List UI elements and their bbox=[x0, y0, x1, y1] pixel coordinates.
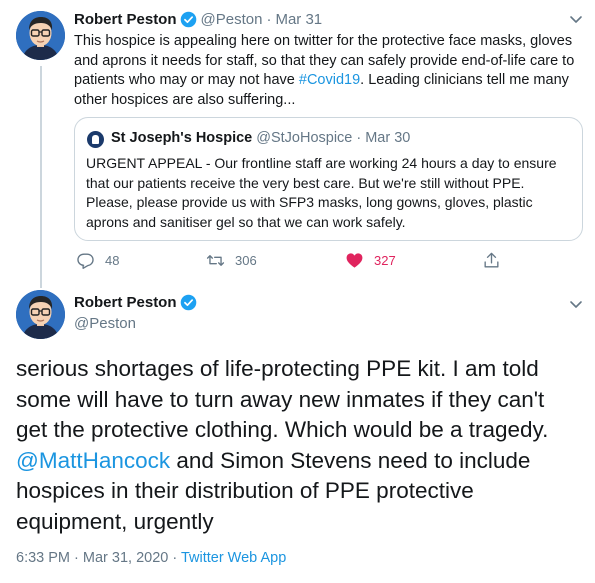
quoted-tweet-text: URGENT APPEAL - Our frontline staff are … bbox=[86, 155, 557, 230]
timestamp[interactable]: 6:33 PM · Mar 31, 2020 bbox=[16, 550, 168, 566]
hashtag-link[interactable]: #Covid19 bbox=[299, 72, 360, 88]
author-handle[interactable]: @Peston bbox=[74, 315, 136, 332]
tweet-header: Robert Peston @Peston · Mar 31 bbox=[74, 11, 322, 28]
share-icon bbox=[484, 252, 499, 268]
thread-line bbox=[40, 66, 42, 288]
source-app-link[interactable]: Twitter Web App bbox=[181, 550, 286, 566]
quoted-tweet[interactable]: St Joseph's Hospice @StJoHospice · Mar 3… bbox=[74, 117, 583, 241]
chevron-down-icon[interactable] bbox=[568, 11, 584, 27]
reply-count: 48 bbox=[105, 252, 120, 268]
handle-row: @Peston bbox=[74, 315, 136, 332]
reply-icon bbox=[77, 252, 94, 269]
retweet-count: 306 bbox=[235, 252, 257, 268]
quoted-tweet-date: Mar 30 bbox=[365, 130, 411, 146]
author-name[interactable]: Robert Peston bbox=[74, 11, 177, 28]
avatar[interactable] bbox=[16, 11, 65, 60]
tweet-text: This hospice is appealing here on twitte… bbox=[74, 32, 584, 110]
mention-link[interactable]: @MattHancock bbox=[16, 448, 170, 473]
heart-icon bbox=[346, 252, 363, 268]
verified-badge-icon bbox=[180, 294, 197, 311]
retweet-icon bbox=[206, 254, 225, 266]
verified-badge-icon bbox=[180, 11, 197, 28]
like-count: 327 bbox=[374, 252, 396, 268]
tweet-text: serious shortages of life-protecting PPE… bbox=[16, 354, 581, 537]
quoted-avatar bbox=[87, 131, 104, 148]
tweet-meta: 6:33 PM · Mar 31, 2020 · Twitter Web App bbox=[16, 550, 286, 566]
author-name[interactable]: Robert Peston bbox=[74, 294, 177, 311]
tweet-text-part: serious shortages of life-protecting PPE… bbox=[16, 356, 549, 442]
avatar[interactable] bbox=[16, 290, 65, 339]
retweet-button[interactable]: 306 bbox=[206, 250, 257, 270]
chevron-down-icon[interactable] bbox=[568, 296, 584, 312]
separator: · bbox=[356, 130, 362, 146]
separator: · bbox=[168, 550, 181, 566]
separator: · bbox=[266, 11, 272, 28]
like-button[interactable]: 327 bbox=[345, 250, 396, 270]
author-handle[interactable]: @Peston bbox=[201, 11, 263, 28]
reply-button[interactable]: 48 bbox=[76, 250, 119, 270]
quoted-author-name: St Joseph's Hospice bbox=[111, 130, 253, 146]
tweet-date[interactable]: Mar 31 bbox=[275, 11, 322, 28]
quoted-tweet-header: St Joseph's Hospice @StJoHospice · Mar 3… bbox=[111, 130, 410, 146]
quoted-author-handle: @StJoHospice bbox=[256, 130, 353, 146]
share-button[interactable] bbox=[482, 250, 501, 270]
tweet-header: Robert Peston bbox=[74, 294, 197, 311]
